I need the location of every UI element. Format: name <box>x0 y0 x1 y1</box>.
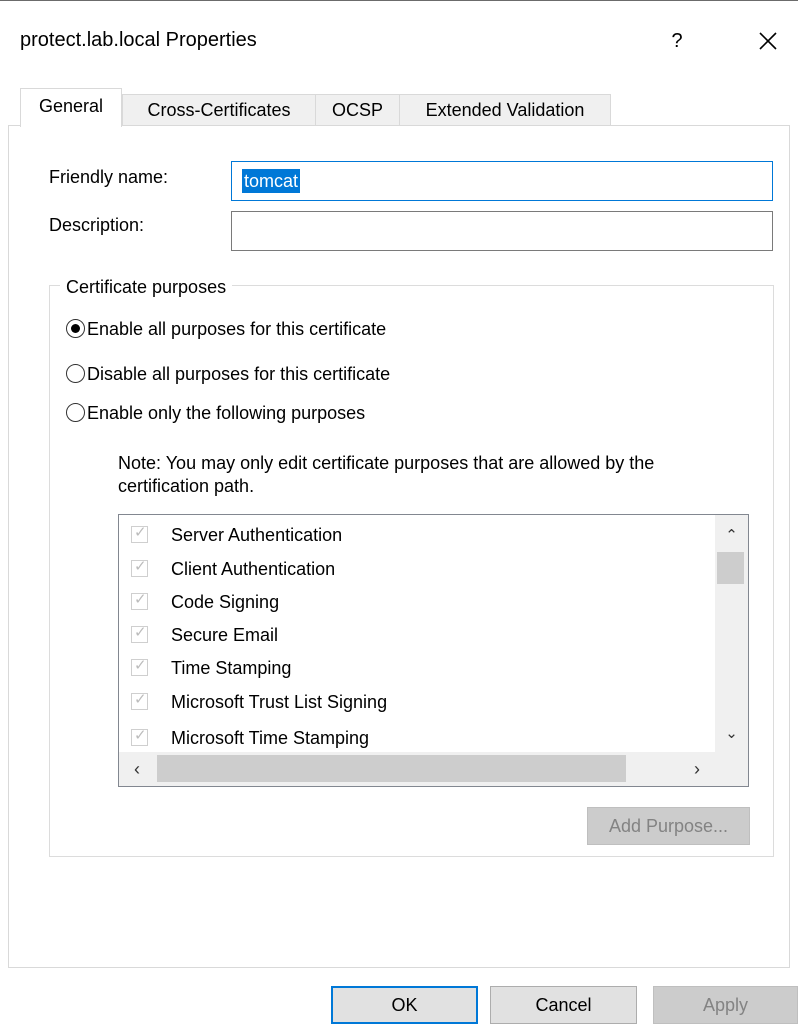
list-item-label: Server Authentication <box>171 525 343 545</box>
vertical-scrollbar[interactable]: ⌃ ⌄ <box>715 515 748 752</box>
apply-button[interactable]: Apply <box>653 986 798 1024</box>
checkmark-icon: ✓ <box>134 558 147 575</box>
tab-extended-validation[interactable]: Extended Validation <box>399 94 611 125</box>
ok-button[interactable]: OK <box>331 986 478 1024</box>
list-item-label: Client Authentication <box>171 559 336 579</box>
scroll-up-icon[interactable]: ⌃ <box>715 523 748 549</box>
checkbox[interactable]: ✓ <box>131 524 148 543</box>
checkbox[interactable]: ✓ <box>131 624 148 643</box>
checkbox[interactable]: ✓ <box>131 657 148 676</box>
tab-ocsp[interactable]: OCSP <box>315 94 400 125</box>
scroll-down-icon[interactable]: ⌄ <box>715 721 748 747</box>
checkmark-icon: ✓ <box>134 727 147 744</box>
checkmark-icon: ✓ <box>134 691 147 708</box>
checkbox[interactable]: ✓ <box>131 558 148 577</box>
checkmark-icon: ✓ <box>134 624 147 641</box>
window-top-border <box>0 0 798 1</box>
checkbox[interactable]: ✓ <box>131 591 148 610</box>
scroll-right-icon[interactable]: › <box>679 752 715 786</box>
checkbox[interactable]: ✓ <box>131 691 148 710</box>
friendly-name-field[interactable]: tomcat <box>231 161 773 201</box>
cancel-button[interactable]: Cancel <box>490 986 637 1024</box>
properties-dialog: protect.lab.local Properties ? General C… <box>0 0 798 1031</box>
list-item-label: Microsoft Trust List Signing <box>171 692 388 712</box>
list-item-label: Microsoft Time Stamping <box>171 728 370 748</box>
tab-cross-certificates[interactable]: Cross-Certificates <box>122 94 316 125</box>
scroll-left-icon[interactable]: ‹ <box>119 752 155 786</box>
radio-enable-all-label: Enable all purposes for this certificate <box>87 319 387 339</box>
close-button[interactable] <box>750 24 786 58</box>
friendly-name-label: Friendly name: <box>49 167 169 187</box>
scrollbar-corner <box>715 752 748 786</box>
close-icon <box>759 32 777 50</box>
list-item-label: Time Stamping <box>171 658 292 678</box>
vertical-scroll-thumb[interactable] <box>717 552 744 584</box>
tab-general[interactable]: General <box>20 88 122 127</box>
checkmark-icon: ✓ <box>134 524 147 541</box>
friendly-name-value: tomcat <box>242 169 301 193</box>
description-label: Description: <box>49 215 145 235</box>
checkbox[interactable]: ✓ <box>131 727 148 746</box>
radio-disable-all-label: Disable all purposes for this certificat… <box>87 364 391 384</box>
radio-button[interactable] <box>66 364 85 383</box>
certificate-purposes-title: Certificate purposes <box>60 276 233 298</box>
purposes-list[interactable]: ✓ Server Authentication ✓ Client Authent… <box>118 514 749 787</box>
horizontal-scrollbar[interactable]: ‹ › <box>119 752 715 786</box>
checkmark-icon: ✓ <box>134 657 147 674</box>
add-purpose-button[interactable]: Add Purpose... <box>587 807 750 845</box>
radio-button-selected[interactable] <box>66 319 85 338</box>
checkmark-icon: ✓ <box>134 591 147 608</box>
radio-button[interactable] <box>66 403 85 422</box>
list-item-label: Secure Email <box>171 625 279 645</box>
purposes-note: Note: You may only edit certificate purp… <box>118 453 655 496</box>
window-title: protect.lab.local Properties <box>20 29 257 51</box>
help-button[interactable]: ? <box>660 24 694 58</box>
description-field[interactable] <box>231 211 773 251</box>
horizontal-scroll-thumb[interactable] <box>157 755 626 782</box>
radio-enable-following-label: Enable only the following purposes <box>87 403 366 423</box>
list-item-label: Code Signing <box>171 592 280 612</box>
